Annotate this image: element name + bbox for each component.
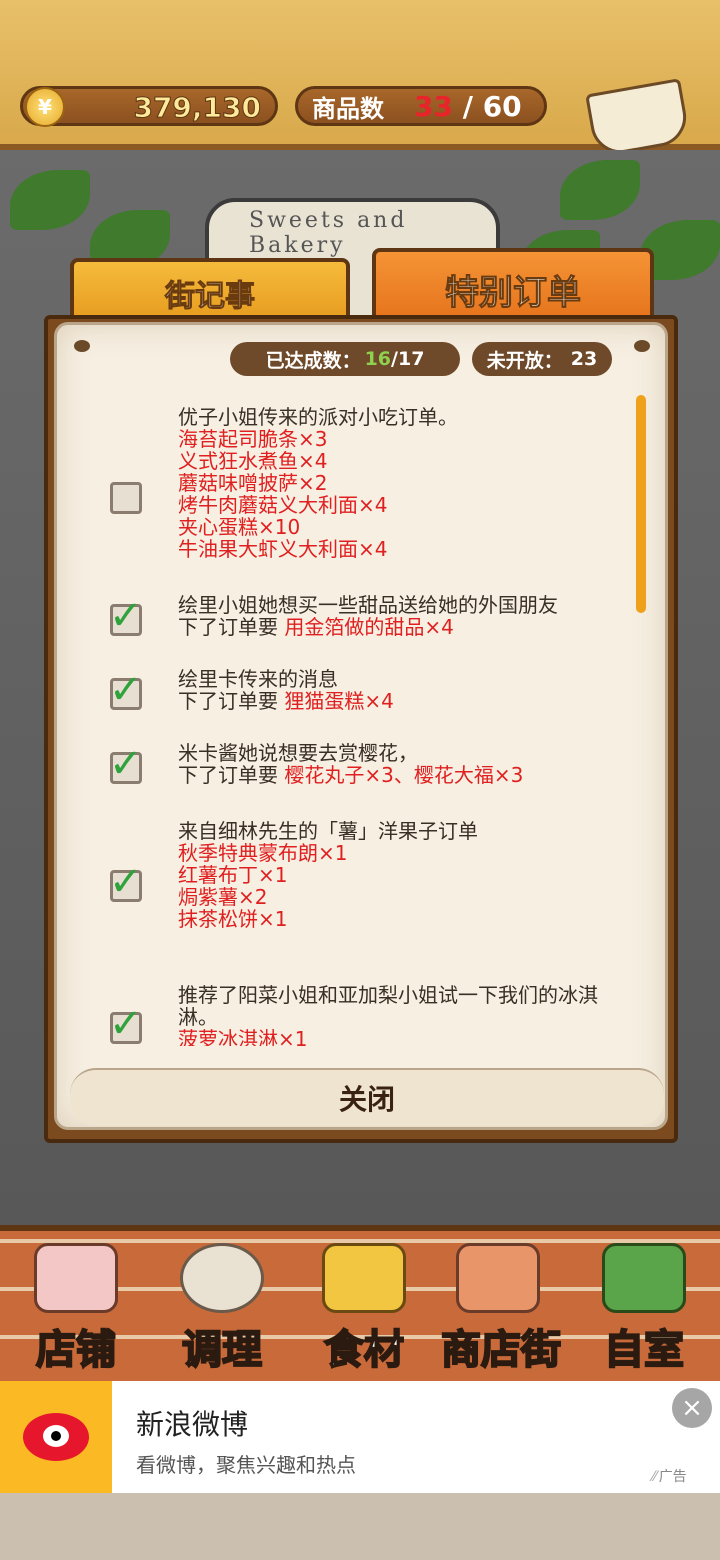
- coin-icon: ¥: [25, 87, 65, 127]
- ad-marker-icon: ⁄⁄: [652, 1469, 657, 1485]
- nav-label: 食材: [323, 1326, 405, 1374]
- order-desc: 绘里卡传来的消息: [178, 667, 338, 691]
- order-checkbox[interactable]: ✓: [109, 667, 143, 713]
- unopened-count: 未开放： 23: [472, 342, 612, 376]
- order-desc: 优子小姐传来的派对小吃订单。: [178, 405, 458, 429]
- order-item-line: 夹心蛋糕×10: [178, 515, 301, 539]
- order-item-line: 义式狂水煮鱼×4: [178, 449, 328, 473]
- order-text: 绘里小姐她想买一些甜品送给她的外国朋友 下了订单要 用金箔做的甜品×4: [178, 594, 618, 638]
- order-item-line: 秋季特典蒙布朗×1: [178, 841, 348, 865]
- order-item-line: 狸猫蛋糕×4: [284, 689, 394, 713]
- flour-sack-icon: [322, 1243, 406, 1313]
- coin-value: 379,130: [133, 91, 262, 125]
- order-desc: 绘里小姐她想买一些甜品送给她的外国朋友: [178, 593, 558, 617]
- ad-banner[interactable]: 新浪微博 看微博，聚焦兴趣和热点 × ⁄⁄ 广告: [0, 1381, 720, 1493]
- mixing-bowl-icon: [180, 1243, 264, 1313]
- order-checkbox[interactable]: [110, 482, 142, 514]
- order-text: 米卡酱她说想要去赏樱花， 下了订单要 樱花丸子×3、樱花大福×3: [178, 742, 618, 786]
- order-checkbox[interactable]: ✓: [109, 741, 143, 787]
- order-checkbox[interactable]: ✓: [109, 593, 143, 639]
- order-item-line: 樱花丸子×3、樱花大福×3: [284, 763, 524, 787]
- bottom-nav: 店铺 调理 食材 商店街 自室: [0, 1225, 720, 1383]
- achieved-count: 已达成数： 16 /17: [230, 342, 460, 376]
- ad-tag: ⁄⁄ 广告: [652, 1466, 687, 1486]
- checkmark-icon: ✓: [109, 741, 143, 787]
- pin-icon: [634, 340, 650, 352]
- unopened-label: 未开放：: [486, 349, 563, 372]
- close-button[interactable]: 关闭: [70, 1068, 664, 1126]
- goods-max: 60: [482, 89, 522, 123]
- cake-icon: [34, 1243, 118, 1313]
- ad-title: 新浪微博: [136, 1408, 249, 1441]
- order-desc: 来自细林先生的「薯」洋果子订单: [178, 819, 478, 843]
- order-checkbox[interactable]: ✓: [109, 1001, 143, 1046]
- order-item-line: 菠萝冰淇淋×1: [178, 1027, 308, 1046]
- order-checkbox[interactable]: ✓: [109, 859, 143, 905]
- order-item: 优子小姐传来的派对小吃订单。 海苔起司脆条×3 义式狂水煮鱼×4 蘑菇味噌披萨×…: [60, 406, 640, 566]
- order-item-line: 红薯布丁×1: [178, 863, 288, 887]
- coin-counter: ¥ 379,130: [20, 86, 278, 127]
- ad-close-button[interactable]: ×: [672, 1388, 712, 1428]
- order-prefix: 下了订单要: [178, 615, 285, 639]
- ad-tag-label: 广告: [658, 1469, 687, 1485]
- order-item-line: 烤牛肉蘑菇义大利面×4: [178, 493, 388, 517]
- nav-label: 自室: [603, 1326, 685, 1374]
- top-bar: ¥ 379,130 商品数 33 / 60 食谱: [0, 0, 720, 193]
- nav-item-cooking[interactable]: 调理: [150, 1231, 294, 1381]
- ivy-leaf-icon: [10, 170, 90, 230]
- shop-icon: [456, 1243, 540, 1313]
- order-item-line: 蘑菇味噌披萨×2: [178, 471, 328, 495]
- nav-item-room[interactable]: 自室: [572, 1231, 716, 1381]
- nav-label: 店铺: [35, 1326, 117, 1374]
- achieved-value: 16: [364, 348, 392, 370]
- goods-current: 33: [414, 89, 453, 123]
- order-text: 推荐了阳菜小姐和亚加梨小姐试一下我们的冰淇淋。 菠萝冰淇淋×1: [178, 984, 618, 1046]
- order-item-line: 焗紫薯×2: [178, 885, 268, 909]
- order-list-scrollbar[interactable]: [636, 395, 646, 613]
- order-text: 优子小姐传来的派对小吃订单。 海苔起司脆条×3 义式狂水煮鱼×4 蘑菇味噌披萨×…: [178, 406, 618, 560]
- ad-subtitle: 看微博，聚焦兴趣和热点: [136, 1453, 356, 1477]
- order-item-line: 用金箔做的甜品×4: [284, 615, 454, 639]
- checkmark-icon: ✓: [109, 667, 143, 713]
- order-prefix: 下了订单要: [178, 689, 285, 713]
- order-prefix: 下了订单要: [178, 763, 285, 787]
- unopened-value: 23: [570, 348, 598, 370]
- order-item: ✓ 米卡酱她说想要去赏樱花， 下了订单要 樱花丸子×3、樱花大福×3: [60, 741, 640, 792]
- bottom-background: [0, 1493, 720, 1560]
- achieved-total: /17: [391, 348, 425, 370]
- checkmark-icon: ✓: [109, 593, 143, 639]
- order-text: 绘里卡传来的消息 下了订单要 狸猫蛋糕×4: [178, 668, 618, 712]
- order-desc: 推荐了阳菜小姐和亚加梨小姐试一下我们的冰淇淋。: [178, 983, 598, 1029]
- order-item: ✓ 绘里小姐她想买一些甜品送给她的外国朋友 下了订单要 用金箔做的甜品×4: [60, 593, 640, 644]
- order-item: ✓ 推荐了阳菜小姐和亚加梨小姐试一下我们的冰淇淋。 菠萝冰淇淋×1: [60, 984, 640, 1046]
- weibo-logo-icon: [0, 1381, 112, 1493]
- nav-item-shopping-street[interactable]: 商店街: [426, 1231, 576, 1381]
- staff-door-icon: [602, 1243, 686, 1313]
- order-item-line: 牛油果大虾义大利面×4: [178, 537, 388, 561]
- goods-counter: 商品数 33 / 60: [295, 86, 547, 126]
- nav-item-shop[interactable]: 店铺: [4, 1231, 148, 1381]
- nav-label: 调理: [181, 1326, 263, 1374]
- goods-separator: /: [452, 89, 483, 123]
- goods-label: 商品数: [312, 94, 384, 123]
- pin-icon: [74, 340, 90, 352]
- order-item-line: 海苔起司脆条×3: [178, 427, 328, 451]
- checkmark-icon: ✓: [109, 1001, 143, 1046]
- order-text: 来自细林先生的「薯」洋果子订单 秋季特典蒙布朗×1 红薯布丁×1 焗紫薯×2 抹…: [178, 820, 618, 930]
- order-list[interactable]: 优子小姐传来的派对小吃订单。 海苔起司脆条×3 义式狂水煮鱼×4 蘑菇味噌披萨×…: [60, 396, 640, 1046]
- nav-label: 商店街: [440, 1326, 562, 1374]
- ivy-leaf-icon: [560, 160, 640, 220]
- achieved-label: 已达成数：: [265, 349, 361, 372]
- checkmark-icon: ✓: [109, 859, 143, 905]
- nav-item-ingredients[interactable]: 食材: [292, 1231, 436, 1381]
- order-desc: 米卡酱她说想要去赏樱花，: [178, 741, 418, 765]
- order-item-line: 抹茶松饼×1: [178, 907, 288, 931]
- order-item: ✓ 来自细林先生的「薯」洋果子订单 秋季特典蒙布朗×1 红薯布丁×1 焗紫薯×2…: [60, 820, 640, 932]
- order-item: ✓ 绘里卡传来的消息 下了订单要 狸猫蛋糕×4: [60, 667, 640, 718]
